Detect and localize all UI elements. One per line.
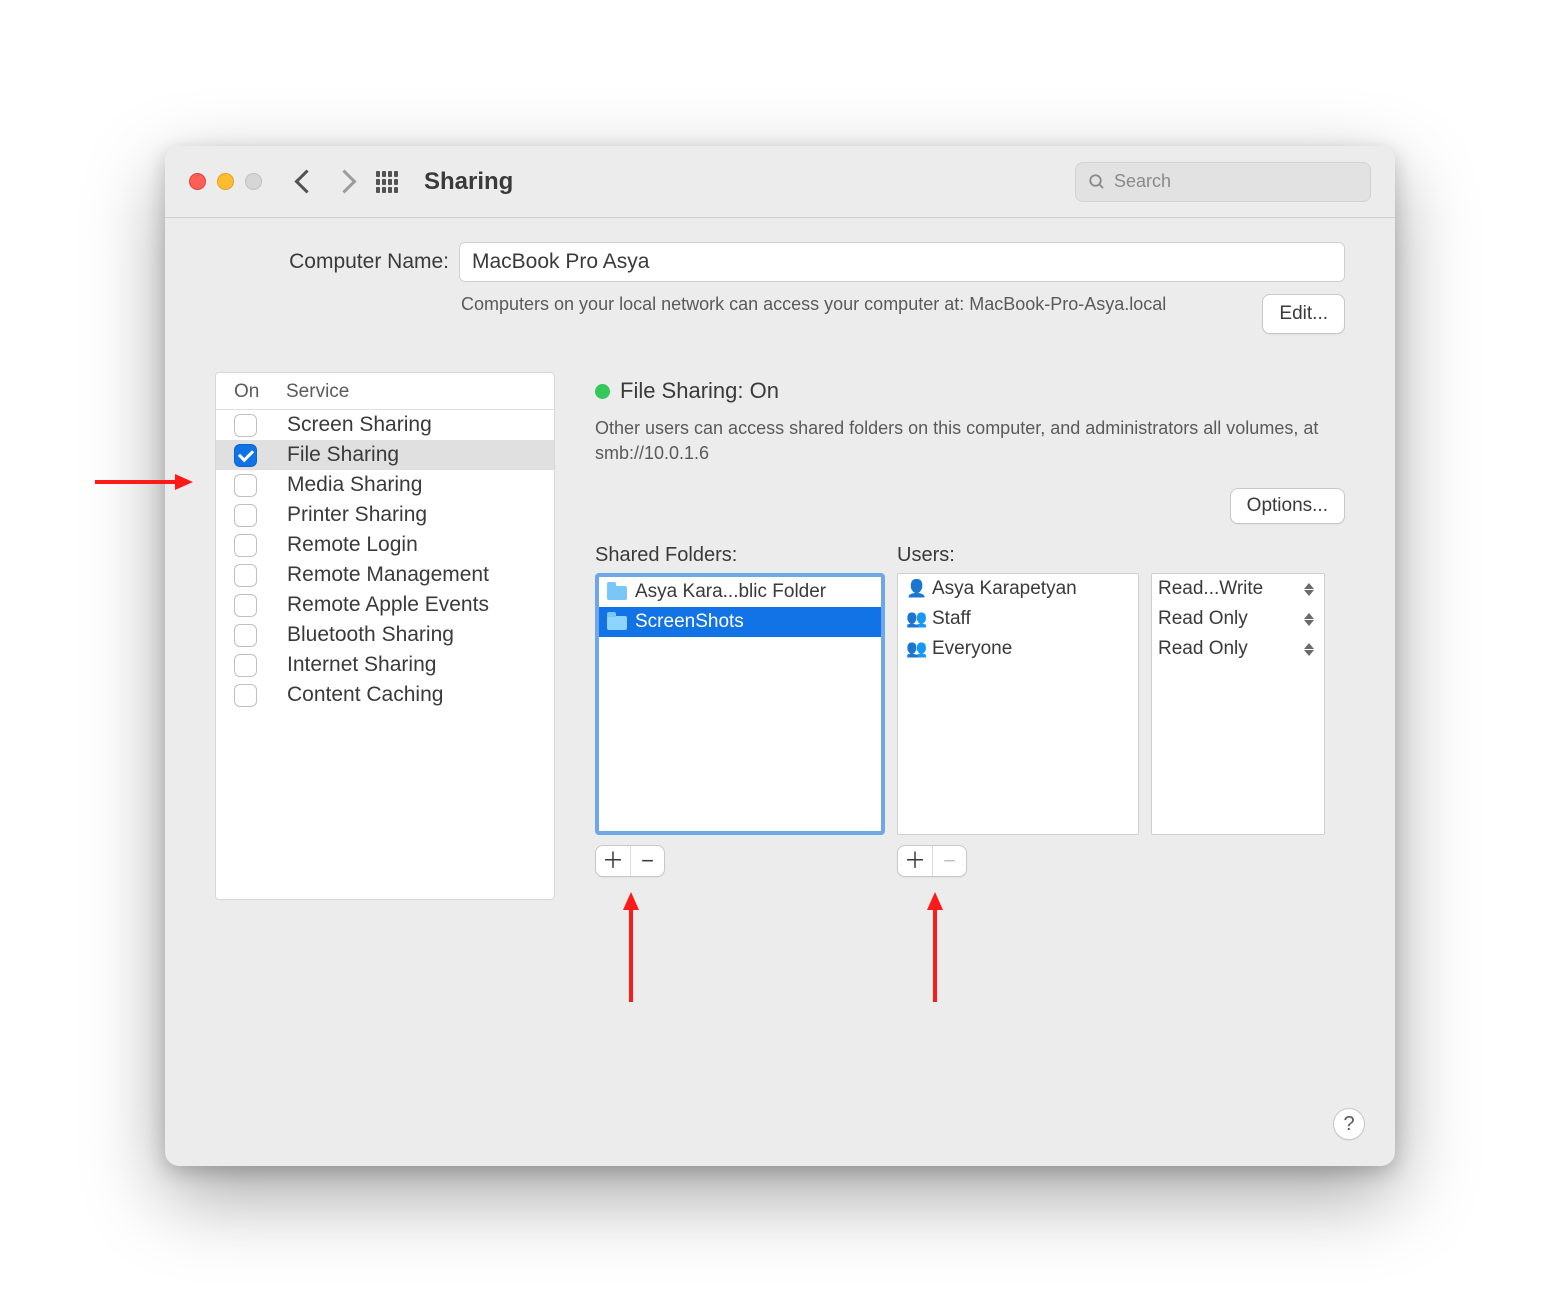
service-row[interactable]: Printer Sharing xyxy=(216,500,554,530)
service-row[interactable]: Remote Management xyxy=(216,560,554,590)
service-name: Bluetooth Sharing xyxy=(287,623,544,647)
window-title: Sharing xyxy=(424,168,513,196)
folder-name: ScreenShots xyxy=(635,611,744,633)
service-row[interactable]: File Sharing xyxy=(216,440,554,470)
permission-row[interactable]: Read...Write xyxy=(1152,574,1324,604)
service-checkbox[interactable] xyxy=(234,444,257,467)
user-row[interactable]: 👥 Everyone xyxy=(898,634,1138,664)
group-icon: 👥 xyxy=(906,609,924,629)
services-header: On Service xyxy=(216,373,554,410)
service-row[interactable]: Remote Apple Events xyxy=(216,590,554,620)
users-label: Users: xyxy=(897,544,1139,567)
remove-user-button: − xyxy=(932,846,966,876)
service-row[interactable]: Remote Login xyxy=(216,530,554,560)
permissions-panel: Read...Write Read Only Read Only xyxy=(1151,544,1325,877)
permissions-spacer xyxy=(1151,544,1325,567)
permission-row[interactable]: Read Only xyxy=(1152,634,1324,664)
service-checkbox[interactable] xyxy=(234,564,257,587)
person-icon: 👤 xyxy=(906,579,924,599)
service-checkbox[interactable] xyxy=(234,684,257,707)
permissions-list[interactable]: Read...Write Read Only Read Only xyxy=(1151,573,1325,835)
folder-name: Asya Kara...blic Folder xyxy=(635,581,826,603)
service-checkbox[interactable] xyxy=(234,504,257,527)
folders-add-remove: ＋ − xyxy=(595,845,665,877)
search-icon xyxy=(1088,173,1106,191)
permission-value: Read Only xyxy=(1158,638,1298,660)
status-indicator-icon xyxy=(595,384,610,399)
folder-row[interactable]: ScreenShots xyxy=(599,607,881,637)
nav-buttons xyxy=(294,172,356,192)
status-description: Other users can access shared folders on… xyxy=(595,416,1345,466)
shared-folders-panel: Shared Folders: Asya Kara...blic Folder S… xyxy=(595,544,885,877)
service-column-header: Service xyxy=(286,381,349,403)
service-checkbox[interactable] xyxy=(234,474,257,497)
user-row[interactable]: 👥 Staff xyxy=(898,604,1138,634)
on-column-header: On xyxy=(234,381,286,403)
service-name: Content Caching xyxy=(287,683,544,707)
forward-button xyxy=(336,172,356,192)
permission-row[interactable]: Read Only xyxy=(1152,604,1324,634)
users-panel: Users: 👤 Asya Karapetyan 👥 Staff 👥 Everyone ＋… xyxy=(897,544,1139,877)
service-row[interactable]: Internet Sharing xyxy=(216,650,554,680)
remove-folder-button[interactable]: − xyxy=(630,846,664,876)
users-list[interactable]: 👤 Asya Karapetyan 👥 Staff 👥 Everyone xyxy=(897,573,1139,835)
service-name: Remote Login xyxy=(287,533,544,557)
edit-button[interactable]: Edit... xyxy=(1262,294,1345,334)
stepper-icon[interactable] xyxy=(1304,613,1318,626)
service-name: Remote Management xyxy=(287,563,544,587)
service-checkbox[interactable] xyxy=(234,414,257,437)
service-name: File Sharing xyxy=(287,443,544,467)
service-name: Screen Sharing xyxy=(287,413,544,437)
stepper-icon[interactable] xyxy=(1304,583,1318,596)
computer-name-subtext: Computers on your local network can acce… xyxy=(461,294,1242,334)
folder-icon xyxy=(607,586,627,600)
folder-icon xyxy=(607,616,627,630)
close-window-button[interactable] xyxy=(189,173,206,190)
computer-name-input[interactable] xyxy=(459,242,1345,282)
service-row[interactable]: Content Caching xyxy=(216,680,554,710)
search-field[interactable] xyxy=(1075,162,1371,202)
user-row[interactable]: 👤 Asya Karapetyan xyxy=(898,574,1138,604)
computer-name-label: Computer Name: xyxy=(215,250,449,274)
toolbar: Sharing xyxy=(165,146,1395,218)
stepper-icon[interactable] xyxy=(1304,643,1318,656)
permission-value: Read Only xyxy=(1158,608,1298,630)
zoom-window-button xyxy=(245,173,262,190)
shared-folders-list[interactable]: Asya Kara...blic Folder ScreenShots xyxy=(595,573,885,835)
service-row[interactable]: Screen Sharing xyxy=(216,410,554,440)
service-name: Internet Sharing xyxy=(287,653,544,677)
add-user-button[interactable]: ＋ xyxy=(898,846,932,876)
user-name: Asya Karapetyan xyxy=(932,578,1077,600)
back-button[interactable] xyxy=(294,172,314,192)
search-input[interactable] xyxy=(1114,171,1358,192)
service-row[interactable]: Media Sharing xyxy=(216,470,554,500)
service-name: Media Sharing xyxy=(287,473,544,497)
options-button[interactable]: Options... xyxy=(1230,488,1345,524)
user-name: Staff xyxy=(932,608,971,630)
user-name: Everyone xyxy=(932,638,1012,660)
service-checkbox[interactable] xyxy=(234,654,257,677)
show-all-icon[interactable] xyxy=(376,171,398,193)
add-folder-button[interactable]: ＋ xyxy=(596,846,630,876)
header-area: Computer Name: Computers on your local n… xyxy=(165,218,1395,356)
status-text: File Sharing: On xyxy=(620,378,779,404)
window-controls xyxy=(189,173,262,190)
folder-row[interactable]: Asya Kara...blic Folder xyxy=(599,577,881,607)
services-sidebar: On Service Screen Sharing File Sharing Med… xyxy=(215,372,555,1140)
service-detail: File Sharing: On Other users can access … xyxy=(595,372,1345,1140)
permission-value: Read...Write xyxy=(1158,578,1298,600)
service-name: Printer Sharing xyxy=(287,503,544,527)
service-checkbox[interactable] xyxy=(234,624,257,647)
minimize-window-button[interactable] xyxy=(217,173,234,190)
main-content: On Service Screen Sharing File Sharing Med… xyxy=(165,356,1395,1166)
service-row[interactable]: Bluetooth Sharing xyxy=(216,620,554,650)
service-checkbox[interactable] xyxy=(234,534,257,557)
service-name: Remote Apple Events xyxy=(287,593,544,617)
group-icon: 👥 xyxy=(906,639,924,659)
users-add-remove: ＋ − xyxy=(897,845,967,877)
help-button[interactable]: ? xyxy=(1333,1108,1365,1140)
preferences-window: Sharing Computer Name: Computers on your… xyxy=(165,146,1395,1166)
service-checkbox[interactable] xyxy=(234,594,257,617)
shared-folders-label: Shared Folders: xyxy=(595,544,885,567)
